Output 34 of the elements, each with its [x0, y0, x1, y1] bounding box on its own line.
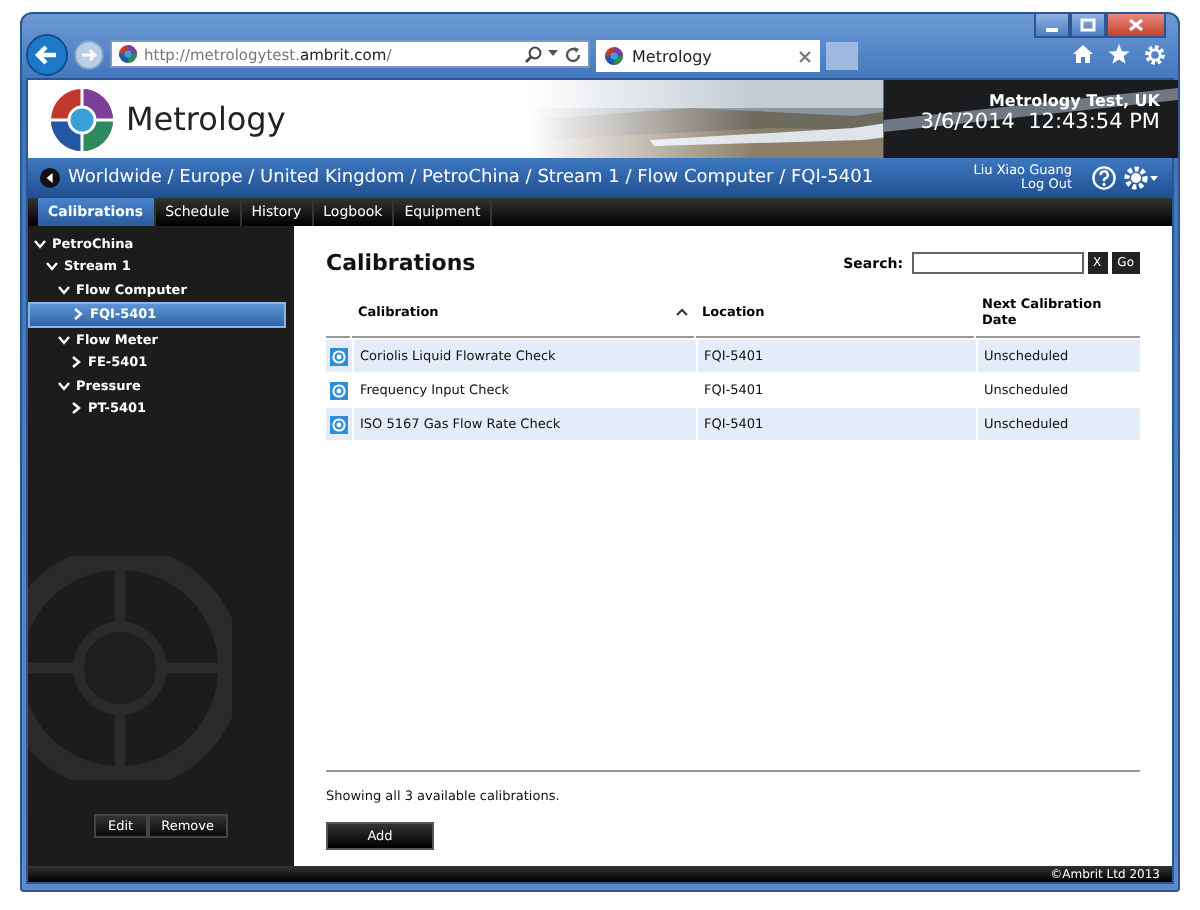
refresh-icon[interactable] [564, 45, 582, 63]
chevron-right-icon [72, 308, 84, 321]
close-button[interactable] [1106, 12, 1166, 38]
settings-icon[interactable] [1124, 166, 1160, 190]
forward-button[interactable] [74, 39, 104, 69]
chevron-right-icon [70, 356, 82, 369]
star-icon[interactable] [1108, 43, 1130, 63]
close-icon[interactable] [798, 49, 812, 63]
browser-tab[interactable]: Metrology [596, 40, 820, 72]
sort-icon [676, 308, 688, 316]
maximize-button[interactable] [1070, 12, 1106, 38]
back-icon[interactable] [40, 168, 60, 188]
maximize-icon [1080, 18, 1096, 32]
settings-icon[interactable] [1144, 43, 1166, 65]
page-title: Calibrations [326, 250, 478, 276]
help-icon[interactable] [1092, 166, 1116, 190]
close-icon [1128, 18, 1144, 32]
home-icon[interactable] [1072, 43, 1094, 63]
chevron-right-icon [70, 402, 82, 415]
search-field[interactable] [911, 252, 1084, 274]
chevron-down-icon [58, 379, 70, 392]
back-button[interactable] [26, 33, 68, 75]
site-icon [118, 44, 138, 64]
calibration-icon[interactable] [329, 415, 347, 433]
site-icon [604, 46, 624, 66]
search-icon[interactable] [524, 45, 542, 63]
chevron-down-icon [58, 333, 70, 346]
breadcrumb: Worldwide / Europe / United Kingdom / PetroChina / Stream 1 / Flow Computer / FQI-5401 [68, 168, 876, 188]
logo-icon [50, 87, 114, 151]
logo-text: Metrology [126, 100, 286, 138]
calibration-icon[interactable] [329, 381, 347, 399]
minimize-button[interactable] [1034, 12, 1070, 38]
calibration-icon[interactable] [329, 347, 347, 365]
dropdown-icon[interactable] [548, 50, 558, 58]
